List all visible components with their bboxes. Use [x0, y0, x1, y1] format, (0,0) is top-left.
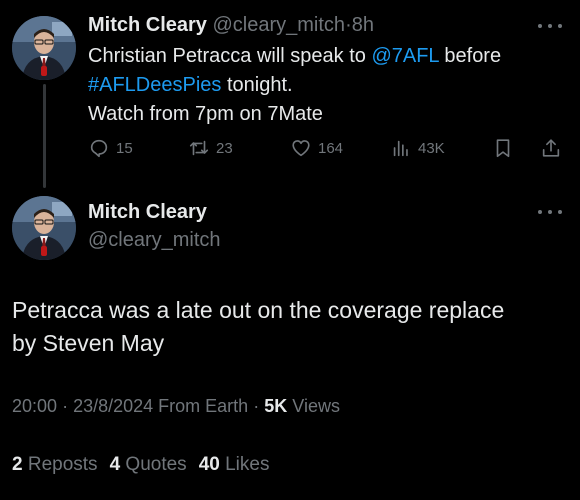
tweet-text-part: before: [438, 45, 502, 67]
tweet-text-line: Petracca was a late out on the coverage …: [12, 297, 505, 323]
avatar-image: [12, 196, 76, 260]
bookmark-button[interactable]: [492, 136, 514, 160]
share-button[interactable]: [540, 136, 562, 160]
tweet-date[interactable]: 23/8/2024: [73, 396, 153, 416]
tweet-thread: Mitch Cleary @cleary_mitch·8h Christian …: [0, 0, 580, 500]
like-button[interactable]: 164: [290, 136, 343, 160]
tweet-time[interactable]: 20:00: [12, 396, 57, 416]
avatar[interactable]: [12, 16, 76, 80]
avatar[interactable]: [12, 196, 76, 260]
more-options-icon[interactable]: [538, 16, 562, 36]
reply-count: 15: [116, 139, 133, 157]
views-label: Views: [292, 396, 340, 416]
reply-button[interactable]: 15: [88, 136, 133, 160]
tweet-actions-bar: 15 23 164 43K: [88, 136, 566, 160]
repost-count: 23: [216, 139, 233, 157]
avatar-image: [12, 16, 76, 80]
reply-tweet-header: Mitch Cleary @cleary_mitch·8h: [88, 14, 374, 37]
author-name[interactable]: Mitch Cleary: [88, 14, 207, 36]
tweet-text-part: Watch from 7pm on 7Mate: [88, 103, 323, 125]
share-icon: [542, 139, 560, 157]
thread-connector-line: [43, 84, 46, 188]
main-tweet-text: Petracca was a late out on the coverage …: [12, 294, 568, 360]
tweet-meta: 20:00 · 23/8/2024 From Earth · 5K Views: [12, 396, 340, 417]
views-button[interactable]: 43K: [390, 136, 445, 160]
separator-dot: ·: [345, 14, 352, 36]
author-name[interactable]: Mitch Cleary: [88, 201, 207, 224]
heart-icon: [292, 140, 310, 157]
view-count: 43K: [418, 139, 445, 157]
tweet-text-part: tonight.: [221, 74, 293, 96]
repost-button[interactable]: 23: [188, 136, 233, 160]
reposts-label: Reposts: [27, 454, 98, 475]
mention-link[interactable]: @7AFL: [371, 45, 438, 67]
like-count: 164: [318, 139, 344, 157]
hashtag-link[interactable]: #AFLDeesPies: [88, 74, 221, 96]
likes-count: 40: [198, 454, 220, 475]
engagement-stats: 2 Reposts 4 Quotes 40 Likes: [12, 454, 269, 476]
likes-stat[interactable]: 40 Likes: [199, 454, 270, 475]
author-handle[interactable]: @cleary_mitch: [88, 229, 221, 252]
views-count: 5K: [264, 396, 288, 416]
quotes-count: 4: [109, 454, 121, 475]
quotes-label: Quotes: [125, 454, 187, 475]
tweet-text-part: Christian Petracca will speak to: [88, 45, 372, 67]
quotes-stat[interactable]: 4 Quotes: [110, 454, 187, 475]
bar-chart-icon: [393, 140, 408, 157]
reply-tweet-text: Christian Petracca will speak to @7AFL b…: [88, 42, 558, 129]
repost-icon: [189, 140, 209, 156]
author-handle[interactable]: @cleary_mitch: [213, 14, 346, 36]
reply-icon: [90, 139, 108, 158]
reposts-stat[interactable]: 2 Reposts: [12, 454, 98, 475]
bookmark-icon: [496, 139, 510, 158]
tweet-source: From Earth: [158, 396, 249, 416]
tweet-text-line: by Steven May: [12, 330, 165, 356]
likes-label: Likes: [225, 454, 270, 475]
more-options-icon[interactable]: [538, 202, 562, 222]
reposts-count: 2: [12, 454, 23, 475]
tweet-time[interactable]: 8h: [352, 14, 374, 36]
